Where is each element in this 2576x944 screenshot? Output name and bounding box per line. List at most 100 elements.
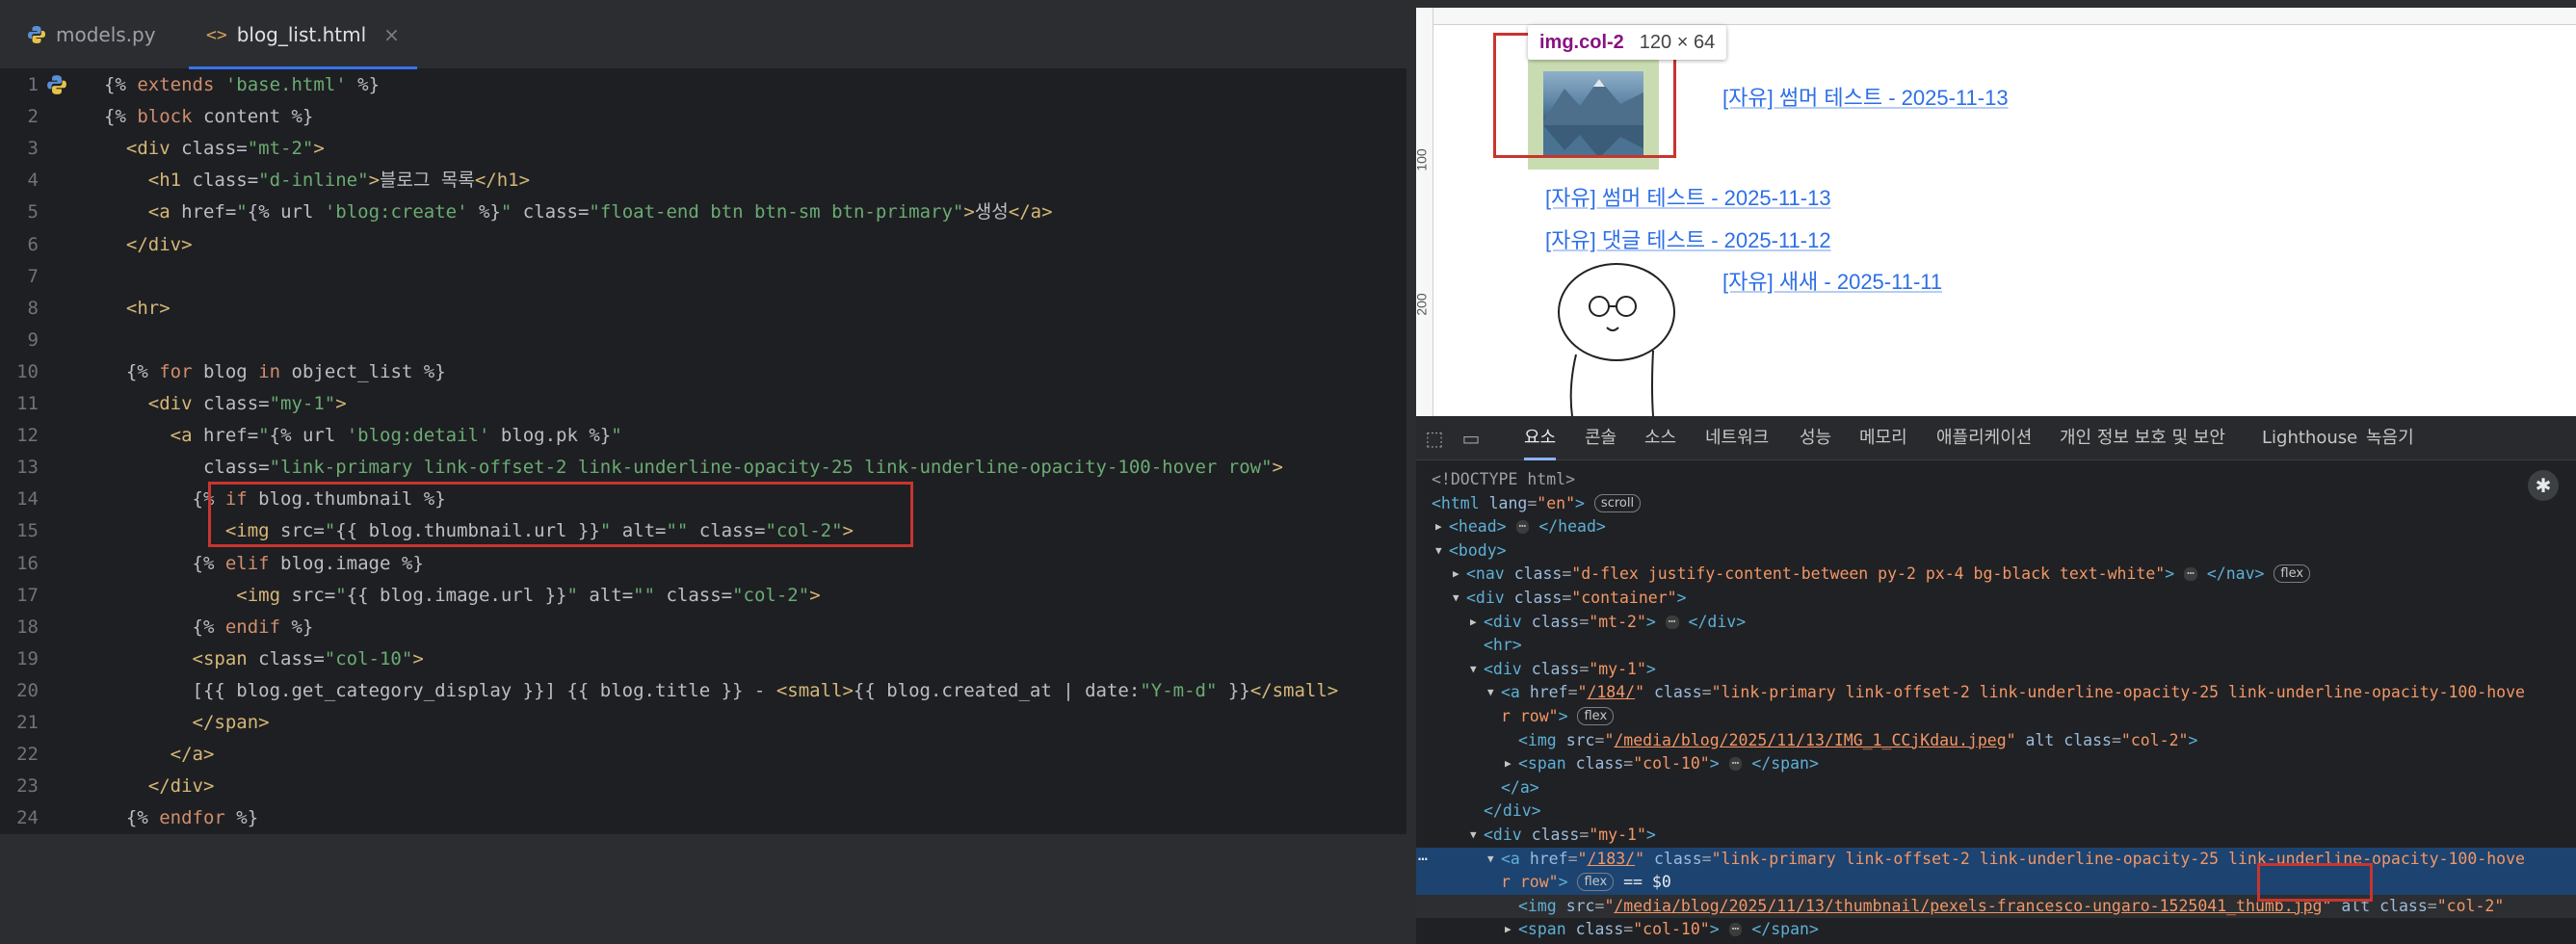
devtools-tab[interactable]: 네트워크 [1705, 416, 1769, 460]
collapse-arrow-icon[interactable]: ▼ [1470, 824, 1477, 848]
collapse-arrow-icon[interactable]: ▼ [1487, 848, 1494, 872]
code-line[interactable]: 23 </div> [0, 771, 1406, 802]
code-line[interactable]: 6 </div> [0, 229, 1406, 261]
code-line[interactable]: 2 {% block content %} [0, 101, 1406, 133]
dom-node[interactable]: ▼ <div class="container"> [1416, 587, 2576, 611]
element-inspect-tooltip: img.col-2 120 × 64 [1528, 25, 1727, 60]
node-actions-icon[interactable]: ⋯ [1418, 848, 1428, 872]
line-source: <h1 class="d-inline">블로그 목록</h1> [147, 170, 531, 192]
dom-node[interactable]: ▶ <div class="mt-2"> ⋯ </div> [1416, 611, 2576, 635]
accessibility-tree-icon[interactable]: ✱ [2528, 470, 2559, 501]
dom-node[interactable]: </div> [1416, 800, 2576, 824]
post-link[interactable]: [자유] 썸머 테스트 - 2025-11-13 [1722, 81, 2009, 112]
code-line[interactable]: 24 {% endfor %} [0, 802, 1406, 834]
devtools-tab[interactable]: 요소 [1524, 416, 1557, 460]
code-line[interactable]: 8 <hr> [0, 293, 1406, 325]
devtools-tab[interactable]: 녹음기 [2366, 416, 2414, 460]
dom-node[interactable]: ▶ <span class="col-10"> ⋯ </span> [1416, 918, 2576, 942]
code-line[interactable]: 4 <h1 class="d-inline">블로그 목록</h1> [0, 165, 1406, 197]
editor-empty-area [0, 834, 1406, 944]
code-line[interactable]: 21 </span> [0, 707, 1406, 739]
collapse-arrow-icon[interactable]: ▼ [1435, 539, 1442, 564]
code-line[interactable]: 1 {% extends 'base.html' %} [0, 69, 1406, 101]
devtools-tab[interactable]: 메모리 [1859, 416, 1907, 460]
code-line[interactable]: 5 <a href="{% url 'blog:create' %}" clas… [0, 197, 1406, 228]
python-file-icon [28, 26, 45, 43]
expand-arrow-icon[interactable]: ▶ [1453, 563, 1459, 587]
post-link[interactable]: [자유] 댓글 테스트 - 2025-11-12 [1545, 223, 1831, 254]
code-line[interactable]: 17 <img src="{{ blog.image.url }}" alt="… [0, 580, 1406, 612]
dom-node[interactable]: ▼ <div class="my-1"> [1416, 824, 2576, 848]
code-line[interactable]: 7 [0, 261, 1406, 293]
expand-arrow-icon[interactable]: ▶ [1505, 918, 1511, 942]
code-line[interactable]: 11 <div class="my-1"> [0, 388, 1406, 420]
devtools-tab[interactable]: 콘솔 [1585, 416, 1617, 460]
post-link[interactable]: [자유] 새새 - 2025-11-11 [1722, 265, 1942, 296]
devtools-tab[interactable]: 개인 정보 보호 및 보안 [2060, 416, 2225, 460]
code-line[interactable]: 19 <span class="col-10"> [0, 643, 1406, 675]
code-line[interactable]: 3 <div class="mt-2"> [0, 133, 1406, 165]
close-tab-icon[interactable]: × [383, 23, 400, 46]
inspect-element-icon[interactable]: ⬚ [1422, 426, 1447, 451]
line-source: </span> [192, 712, 270, 733]
code-line[interactable]: 13 class="link-primary link-offset-2 lin… [0, 452, 1406, 484]
dom-node-markup: </a> [1501, 777, 1539, 797]
python-gutter-icon[interactable] [46, 74, 67, 95]
line-number: 2 [27, 106, 39, 128]
code-line[interactable]: 18 {% endif %} [0, 612, 1406, 643]
dom-node[interactable]: ▶ <head> ⋯ </head> [1416, 515, 2576, 539]
dom-node[interactable]: </a> [1416, 776, 2576, 800]
dom-node[interactable]: ▼ <a href="/184/" class="link-primary lin… [1416, 681, 2576, 705]
code-line[interactable]: 12 <a href="{% url 'blog:detail' blog.pk… [0, 420, 1406, 452]
tab-blog-list-html[interactable]: <> blog_list.html × [189, 0, 417, 69]
line-number: 5 [27, 201, 39, 223]
line-number: 10 [16, 360, 39, 382]
line-number: 23 [16, 775, 39, 798]
dom-node[interactable]: <hr> [1416, 634, 2576, 658]
collapse-arrow-icon[interactable]: ▼ [1470, 658, 1477, 682]
collapse-arrow-icon[interactable]: ▼ [1453, 587, 1459, 611]
dom-node[interactable]: <!DOCTYPE html> [1416, 468, 2576, 492]
dom-node-markup: </div> [1484, 801, 1541, 821]
devtools-tab[interactable]: 애플리케이션 [1936, 416, 2032, 460]
dom-node[interactable]: ▶ <nav class="d-flex justify-content-betw… [1416, 563, 2576, 587]
line-number: 21 [16, 712, 39, 733]
device-toolbar-icon[interactable]: ▭ [1459, 426, 1484, 451]
dom-node[interactable]: ▼ <a href="/183/" class="link-primary lin… [1416, 847, 2576, 872]
expand-arrow-icon[interactable]: ▶ [1470, 611, 1477, 635]
line-number: 22 [16, 744, 39, 766]
line-source: {% elif blog.image %} [192, 552, 424, 574]
dom-tree[interactable]: <!DOCTYPE html> <html lang="en"> scroll ▶ <… [1416, 460, 2576, 944]
dom-node[interactable]: <img src="/media/blog/2025/11/13/IMG_1_C… [1416, 729, 2576, 753]
line-source: {% for blog in object_list %} [125, 360, 446, 382]
devtools-tab[interactable]: Lighthouse [2262, 416, 2357, 460]
devtools-tab[interactable]: 소스 [1644, 416, 1676, 460]
code-line[interactable]: 16 {% elif blog.image %} [0, 548, 1406, 580]
dom-node[interactable]: r row"> flex == $0 [1416, 871, 2576, 895]
tab-models-py[interactable]: models.py [10, 0, 173, 69]
code-line[interactable]: 9 [0, 325, 1406, 356]
collapse-arrow-icon[interactable]: ▼ [1487, 681, 1494, 705]
code-area[interactable]: 1 {% extends 'base.html' %} 2 {% block cont… [0, 69, 1406, 834]
post-link[interactable]: [자유] 썸머 테스트 - 2025-11-13 [1545, 181, 1831, 212]
devtools-panel: ⬚ ▭ 요소 콘솔 소스 네트워크 성능 메모리 애플리케이션 개인 정보 보호 및 보안 Li… [1416, 416, 2576, 944]
code-line[interactable]: 20 [{{ blog.get_category_display }}] {{ … [0, 675, 1406, 707]
dom-node-markup: <div class="mt-2"> ⋯ </div> [1484, 612, 1747, 631]
dom-node[interactable]: ▼ <div class="my-1"> [1416, 658, 2576, 682]
dom-node[interactable]: <html lang="en"> scroll [1416, 492, 2576, 516]
dom-node[interactable]: <img src="/media/blog/2025/11/13/thumbna… [1416, 894, 2576, 919]
devtools-tab[interactable]: 성능 [1800, 416, 1831, 460]
dom-node[interactable]: ▶ <span class="col-10"> ⋯ </span> [1416, 752, 2576, 776]
expand-arrow-icon[interactable]: ▶ [1505, 752, 1511, 776]
dom-node[interactable]: r row"> flex [1416, 705, 2576, 729]
line-source: <div class="my-1"> [147, 393, 347, 414]
expand-arrow-icon[interactable]: ▶ [1435, 515, 1442, 539]
code-line[interactable]: 10 {% for blog in object_list %} [0, 356, 1406, 388]
line-number: 15 [16, 520, 39, 542]
line-number: 9 [27, 328, 39, 351]
tooltip-selector: img.col-2 [1539, 31, 1624, 53]
dom-node[interactable]: ▼ <body> [1416, 539, 2576, 564]
dom-node-markup: <a href="/184/" class="link-primary link… [1501, 683, 2525, 702]
code-line[interactable]: 22 </a> [0, 739, 1406, 771]
line-source: <a href="{% url 'blog:detail' blog.pk %}… [170, 425, 622, 447]
